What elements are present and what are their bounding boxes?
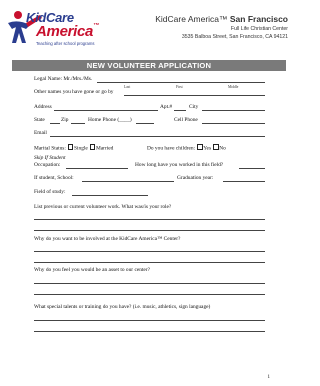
form-title-bar: NEW VOLUNTEER APPLICATION [12,60,286,71]
organization-address: 3535 Balboa Street, San Francisco, CA 94… [181,34,288,40]
cell-phone-field[interactable] [202,123,265,124]
children-no-checkbox[interactable] [213,144,219,150]
logo-tagline: Teaching after school programs [36,41,95,46]
field-of-study-label: Field of study: [34,189,66,195]
logo-word-america: America™ [36,23,99,40]
single-option-label: Single [74,145,88,152]
home-phone-field[interactable] [136,123,154,124]
city-label: City [189,104,199,110]
answer-line[interactable] [34,320,265,321]
organization-info: KidCare America™ San Francisco Full Life… [155,14,288,40]
address-field[interactable] [54,110,158,111]
apt-field[interactable] [174,110,186,111]
married-option-label: Married [95,145,114,152]
student-school-label: If student, School: [34,175,74,181]
graduation-year-field[interactable] [223,181,265,182]
children-yes-checkbox[interactable] [197,144,203,150]
other-names-label: Other names you have gone or go by [34,89,114,95]
form-title: NEW VOLUNTEER APPLICATION [86,61,212,70]
organization-center: Full Life Christian Center [230,26,288,32]
name-sub-last: Last [124,84,131,89]
question-why-involved: Why do you want to be involved at the Ki… [34,236,181,242]
email-label: Email [34,130,47,136]
answer-line[interactable] [34,294,265,295]
legal-name-field[interactable] [97,82,265,83]
single-checkbox[interactable] [67,144,74,150]
occupation-field[interactable] [66,168,128,169]
student-school-field[interactable] [82,181,174,182]
how-long-field[interactable] [239,168,265,169]
marital-status-label: Marital Status: [34,145,66,152]
answer-line[interactable] [34,262,265,263]
children-row: Do you have children: Yes No [147,144,226,152]
field-of-study-field[interactable] [72,195,148,196]
skip-if-student-note: Skip If Student [34,155,66,161]
state-label: State [34,117,45,123]
graduation-year-label: Graduation year: [177,175,214,181]
answer-line[interactable] [34,230,265,231]
children-label: Do you have children: [147,145,196,152]
kidcare-logo: KidCare America™ Teaching after school p… [6,7,134,51]
answer-line[interactable] [34,219,265,220]
name-sub-middle: Middle [228,84,239,89]
name-sub-first: First [176,84,183,89]
city-field[interactable] [202,110,265,111]
occupation-label: Occupation: [34,162,61,168]
apt-label: Apt.# [160,104,173,110]
how-long-label: How long have you worked in this field? [135,162,224,168]
address-label: Address [34,104,52,110]
email-field[interactable] [50,136,265,137]
children-no-label: No [219,145,226,152]
state-field[interactable] [50,123,60,124]
legal-name-label: Legal Name: Mr./Mrs./Ms. [34,76,93,82]
answer-line[interactable] [34,251,265,252]
marital-status-row: Marital Status: Single Married [34,144,113,152]
children-yes-label: Yes [203,145,212,152]
zip-field[interactable] [71,123,85,124]
cell-phone-label: Cell Phone [174,117,198,123]
answer-line[interactable] [34,283,265,284]
page-number: 1 [267,375,271,380]
married-checkbox[interactable] [89,144,96,150]
organization-name: KidCare America™ San Francisco [155,14,288,24]
question-special-talents: What special talents or training do you … [34,304,211,310]
answer-line[interactable] [34,331,265,332]
question-asset: Why do you feel you would be an asset to… [34,267,151,273]
home-phone-label: Home Phone (____) [88,117,132,123]
question-volunteer-work: List previous or current volunteer work.… [34,204,172,210]
other-names-field[interactable] [124,95,265,96]
zip-label: Zip [61,117,69,123]
